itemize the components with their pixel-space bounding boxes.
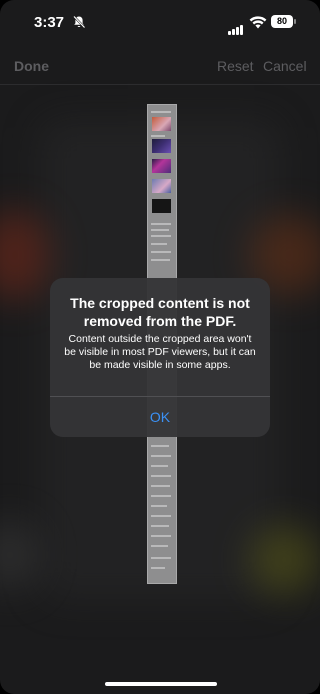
status-bar: 3:37 80 [0, 0, 320, 44]
ok-button[interactable]: OK [50, 397, 270, 437]
home-indicator[interactable] [105, 682, 217, 686]
alert-title: The cropped content is not removed from … [70, 295, 250, 329]
cancel-button[interactable]: Cancel [263, 58, 307, 74]
toolbar-divider [0, 84, 320, 85]
bell-slash-icon [73, 15, 86, 29]
crop-warning-alert: The cropped content is not removed from … [50, 278, 270, 437]
cellular-signal-icon [228, 17, 244, 35]
alert-message: Content outside the cropped area won't b… [64, 333, 256, 371]
crop-toolbar: Done Reset Cancel [0, 50, 320, 82]
done-button[interactable]: Done [14, 58, 49, 74]
screen: 3:37 80 Done Reset Cancel The cropped co… [0, 0, 320, 694]
reset-button[interactable]: Reset [217, 58, 254, 74]
battery-icon: 80 [271, 15, 293, 28]
status-time: 3:37 [34, 14, 65, 31]
wifi-icon [249, 16, 267, 29]
battery-nub [294, 19, 296, 24]
